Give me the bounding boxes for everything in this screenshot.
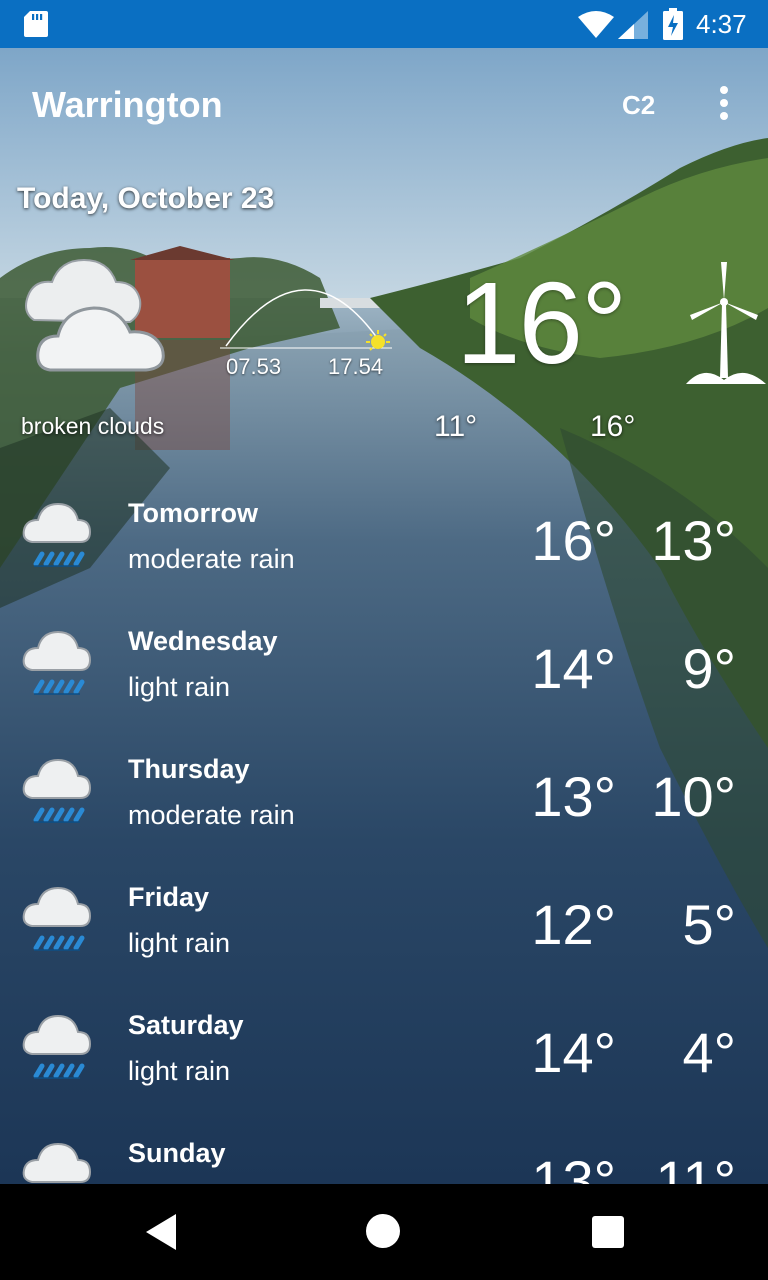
signal-icon [618, 11, 648, 39]
more-vert-icon[interactable] [716, 86, 732, 124]
forecast-max: 13° [531, 765, 616, 828]
home-icon[interactable] [366, 1214, 400, 1248]
forecast-row[interactable]: Wednesday light rain 14° 9° [0, 624, 768, 752]
forecast-row[interactable]: Friday light rain 12° 5° [0, 880, 768, 1008]
forecast-day: Saturday [128, 1010, 244, 1040]
forecast-desc: light rain [128, 928, 231, 958]
recents-icon[interactable] [592, 1216, 624, 1248]
battery-charging-icon [663, 8, 683, 40]
wind-turbine-icon [686, 262, 766, 384]
rain-cloud-icon [22, 502, 92, 567]
forecast-max: 14° [531, 637, 616, 700]
forecast-row[interactable]: Saturday light rain 14° 4° [0, 1008, 768, 1136]
rain-cloud-icon [22, 886, 92, 951]
current-temperature: 16° [456, 258, 627, 388]
forecast-day: Sunday [128, 1138, 226, 1168]
forecast-max: 14° [531, 1021, 616, 1084]
forecast-max: 13° [531, 1149, 616, 1184]
forecast-day: Wednesday [128, 626, 278, 656]
forecast-row[interactable]: Thursday moderate rain 13° 10° [0, 752, 768, 880]
unit-toggle-button[interactable]: C2 [622, 90, 655, 121]
forecast-max: 16° [531, 509, 616, 572]
forecast-desc: moderate rain [128, 800, 295, 830]
today-low-temp: 11° [434, 410, 478, 443]
city-title: Warrington [32, 84, 223, 125]
forecast-min: 11° [655, 1149, 736, 1184]
rain-cloud-icon [22, 630, 92, 695]
forecast-min: 10° [651, 765, 736, 828]
status-bar: 4:37 [0, 0, 768, 48]
forecast-day: Thursday [128, 754, 250, 784]
current-condition: broken clouds [21, 413, 165, 439]
sd-card-icon [24, 11, 48, 37]
cloud-icon [22, 1142, 92, 1183]
forecast-min: 9° [682, 637, 736, 700]
forecast-min: 5° [682, 893, 736, 956]
forecast-desc: moderate rain [128, 544, 295, 574]
broken-clouds-icon [25, 258, 165, 372]
sunset-time: 17.54 [328, 354, 384, 379]
forecast-max: 12° [531, 893, 616, 956]
back-icon[interactable] [144, 1214, 178, 1250]
forecast-list: Tomorrow moderate rain 16° 13° Wednesday… [0, 496, 768, 1184]
forecast-day: Tomorrow [128, 498, 258, 528]
status-time: 4:37 [696, 9, 747, 39]
sunrise-time: 07.53 [226, 354, 282, 379]
forecast-desc: light rain [128, 672, 231, 702]
wifi-icon [578, 11, 614, 38]
forecast-row[interactable]: Tomorrow moderate rain 16° 13° [0, 496, 768, 624]
forecast-desc: light rain [128, 1056, 231, 1086]
sun-path-arc [220, 289, 392, 351]
today-date: Today, October 23 [17, 182, 275, 215]
forecast-min: 4° [682, 1021, 736, 1084]
rain-cloud-icon [22, 758, 92, 823]
rain-cloud-icon [22, 1014, 92, 1079]
forecast-day: Friday [128, 882, 210, 912]
forecast-min: 13° [651, 509, 736, 572]
today-high-temp: 16° [590, 410, 636, 443]
forecast-row[interactable]: Sunday 13° 11° [0, 1136, 768, 1184]
